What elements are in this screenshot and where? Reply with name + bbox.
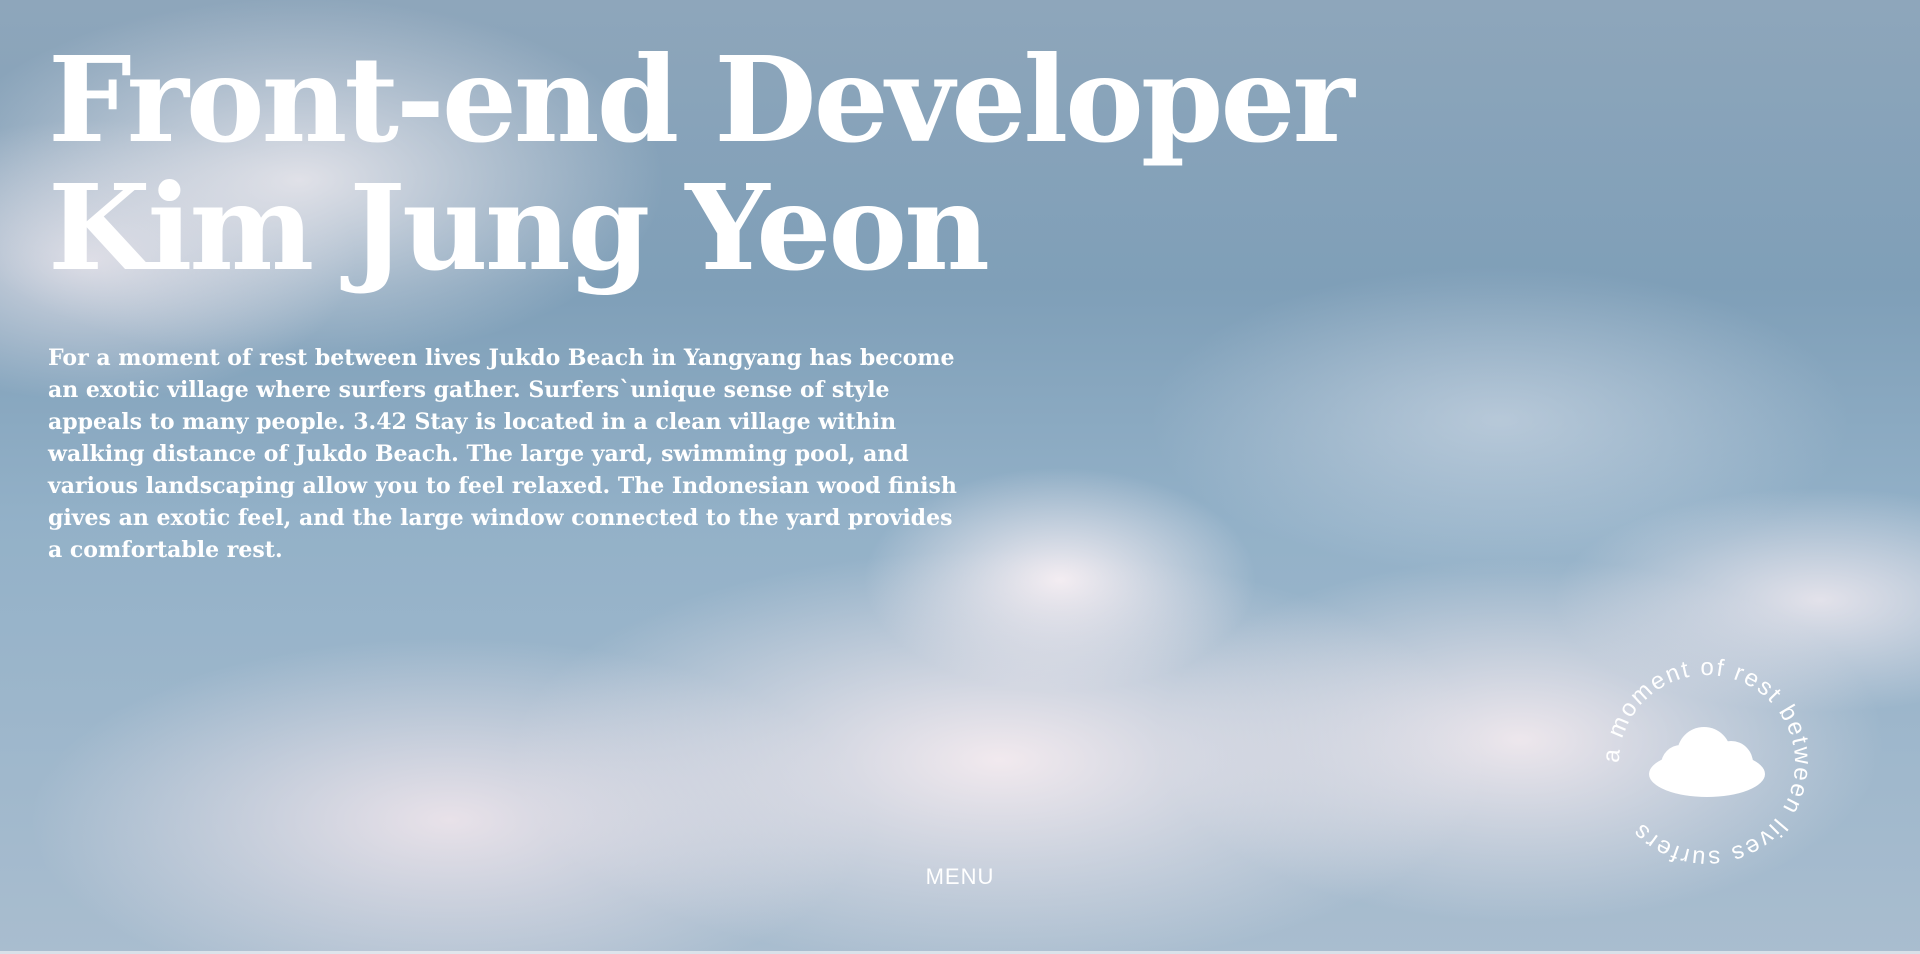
badge-graphic: a moment of rest between lives surfers xyxy=(1598,654,1815,872)
intro-text: For a moment of rest between lives Jukdo… xyxy=(48,345,957,563)
cloud-icon xyxy=(1649,727,1765,797)
menu-button[interactable]: MENU xyxy=(926,864,995,890)
title-line-1: Front-end Developer xyxy=(48,30,1355,169)
title-line-2: Kim Jung Yeon xyxy=(48,158,990,297)
rotating-badge[interactable]: a moment of rest between lives surfers xyxy=(1597,653,1817,873)
page-title: Front-end Developer Kim Jung Yeon xyxy=(48,30,1355,297)
